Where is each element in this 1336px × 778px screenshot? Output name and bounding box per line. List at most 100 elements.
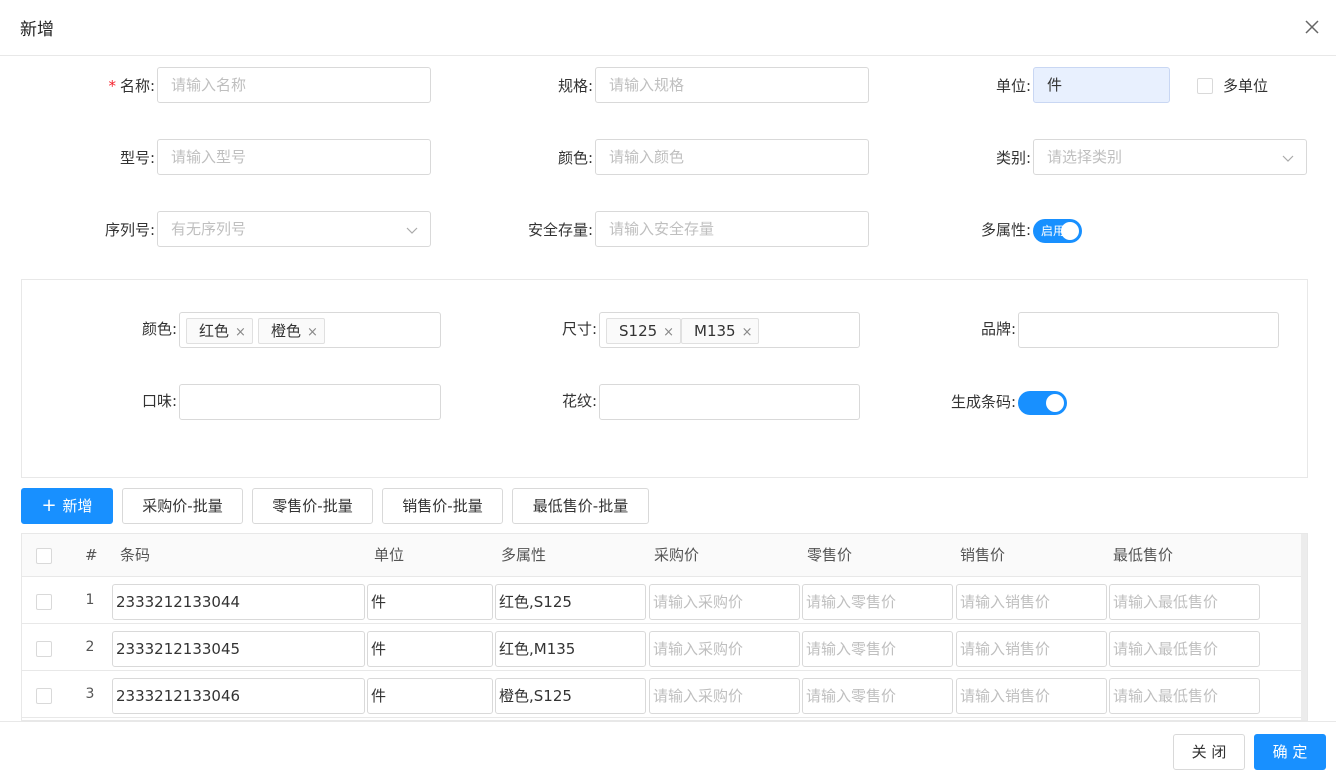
multi-unit-checkbox[interactable] bbox=[1197, 78, 1213, 94]
col-attr: 多属性 bbox=[501, 546, 547, 564]
attr-size-tag-input[interactable]: S125 × M135 × bbox=[599, 312, 860, 348]
batch-min-sale-price-button[interactable]: 最低售价-批量 bbox=[512, 488, 649, 524]
attr-cell[interactable]: 橙色,S125 bbox=[495, 678, 646, 714]
multi-attr-label: 多属性: bbox=[980, 221, 1031, 239]
retail-price-input[interactable]: 请输入零售价 bbox=[802, 584, 953, 620]
unit-cell[interactable]: 件 bbox=[367, 678, 493, 714]
table-scrollbar[interactable] bbox=[1301, 534, 1307, 720]
model-label: 型号: bbox=[119, 149, 155, 167]
add-product-dialog: 新增 * 名称: 请输入名称 规格: 请输入规格 单位: 件 多单位 型号: 请输… bbox=[0, 0, 1336, 778]
gen-barcode-switch[interactable] bbox=[1018, 391, 1067, 415]
attr-flavor-tag-input[interactable] bbox=[179, 384, 441, 420]
add-row-button[interactable]: + 新增 bbox=[21, 488, 113, 524]
row-checkbox[interactable] bbox=[36, 594, 52, 610]
barcode-input[interactable]: 2333212133046 bbox=[112, 678, 365, 714]
attr-pattern-label: 花纹: bbox=[561, 392, 597, 410]
spec-label: 规格: bbox=[557, 77, 593, 95]
attr-brand-tag-input[interactable] bbox=[1018, 312, 1279, 348]
col-index: # bbox=[85, 546, 98, 564]
sale-price-input[interactable]: 请输入销售价 bbox=[956, 678, 1107, 714]
serial-select[interactable]: 有无序列号 bbox=[157, 211, 431, 247]
barcode-input[interactable]: 2333212133045 bbox=[112, 631, 365, 667]
tag-text: S125 bbox=[619, 322, 658, 340]
row-checkbox[interactable] bbox=[36, 641, 52, 657]
name-label: * 名称: bbox=[60, 68, 155, 104]
purchase-price-input[interactable]: 请输入采购价 bbox=[649, 631, 800, 667]
min-sale-price-input[interactable]: 请输入最低售价 bbox=[1109, 631, 1260, 667]
row-index: 3 bbox=[85, 686, 95, 702]
attr-cell[interactable]: 红色,S125 bbox=[495, 584, 646, 620]
gen-barcode-label: 生成条码: bbox=[950, 393, 1016, 411]
chevron-down-icon bbox=[406, 227, 418, 234]
attr-cell[interactable]: 红色,M135 bbox=[495, 631, 646, 667]
plus-icon: + bbox=[41, 495, 57, 516]
switch-knob bbox=[1046, 394, 1064, 412]
model-input[interactable]: 请输入型号 bbox=[157, 139, 431, 175]
col-purchase-price: 采购价 bbox=[654, 546, 700, 564]
tag-close-icon[interactable]: × bbox=[307, 325, 318, 340]
category-label: 类别: bbox=[995, 149, 1031, 167]
col-min-sale-price: 最低售价 bbox=[1113, 546, 1174, 564]
table-row: 2 2333212133045 件 红色,M135 请输入采购价 请输入零售价 … bbox=[22, 624, 1302, 671]
tag-orange: 橙色 × bbox=[258, 318, 325, 344]
select-all-checkbox[interactable] bbox=[36, 548, 52, 564]
unit-cell[interactable]: 件 bbox=[367, 631, 493, 667]
attr-brand-label: 品牌: bbox=[980, 320, 1016, 338]
serial-select-placeholder: 有无序列号 bbox=[171, 220, 247, 238]
sale-price-input[interactable]: 请输入销售价 bbox=[956, 584, 1107, 620]
multi-attr-switch[interactable]: 启用 bbox=[1033, 219, 1082, 243]
spec-input[interactable]: 请输入规格 bbox=[595, 67, 869, 103]
attr-color-label: 颜色: bbox=[141, 320, 177, 338]
category-select-placeholder: 请选择类别 bbox=[1047, 148, 1123, 166]
row-index: 1 bbox=[85, 592, 95, 608]
dialog-header: 新增 bbox=[0, 0, 1336, 56]
tag-close-icon[interactable]: × bbox=[235, 325, 246, 340]
safety-stock-input[interactable]: 请输入安全存量 bbox=[595, 211, 869, 247]
min-sale-price-input[interactable]: 请输入最低售价 bbox=[1109, 584, 1260, 620]
required-mark: * bbox=[108, 77, 116, 95]
add-row-button-label: 新增 bbox=[62, 497, 93, 515]
confirm-button[interactable]: 确 定 bbox=[1254, 734, 1326, 770]
row-checkbox[interactable] bbox=[36, 688, 52, 704]
sale-price-input[interactable]: 请输入销售价 bbox=[956, 631, 1107, 667]
tag-red: 红色 × bbox=[186, 318, 253, 344]
col-sale-price: 销售价 bbox=[960, 546, 1006, 564]
serial-label: 序列号: bbox=[104, 221, 155, 239]
dialog-footer: 关 闭 确 定 bbox=[0, 721, 1336, 778]
col-unit: 单位 bbox=[374, 546, 405, 564]
col-barcode: 条码 bbox=[120, 546, 151, 564]
color-label: 颜色: bbox=[557, 149, 593, 167]
col-retail-price: 零售价 bbox=[807, 546, 853, 564]
barcode-input[interactable]: 2333212133044 bbox=[112, 584, 365, 620]
close-icon[interactable] bbox=[1302, 17, 1322, 37]
tag-close-icon[interactable]: × bbox=[742, 325, 753, 340]
attr-pattern-tag-input[interactable] bbox=[599, 384, 860, 420]
color-input[interactable]: 请输入颜色 bbox=[595, 139, 869, 175]
unit-input[interactable]: 件 bbox=[1033, 67, 1170, 103]
retail-price-input[interactable]: 请输入零售价 bbox=[802, 631, 953, 667]
min-sale-price-input[interactable]: 请输入最低售价 bbox=[1109, 678, 1260, 714]
attribute-panel bbox=[21, 279, 1308, 478]
tag-close-icon[interactable]: × bbox=[663, 325, 674, 340]
batch-purchase-price-button[interactable]: 采购价-批量 bbox=[122, 488, 243, 524]
chevron-down-icon bbox=[1282, 155, 1294, 162]
table-row: 3 2333212133046 件 橙色,S125 请输入采购价 请输入零售价 … bbox=[22, 671, 1302, 718]
table-row: 1 2333212133044 件 红色,S125 请输入采购价 请输入零售价 … bbox=[22, 577, 1302, 624]
tag-m135: M135 × bbox=[681, 318, 760, 344]
close-button[interactable]: 关 闭 bbox=[1173, 734, 1245, 770]
unit-label: 单位: bbox=[995, 77, 1031, 95]
sku-table: # 条码 单位 多属性 采购价 零售价 销售价 最低售价 1 233321213… bbox=[21, 533, 1308, 721]
name-input[interactable]: 请输入名称 bbox=[157, 67, 431, 103]
tag-text: M135 bbox=[694, 322, 736, 340]
batch-retail-price-button[interactable]: 零售价-批量 bbox=[252, 488, 373, 524]
retail-price-input[interactable]: 请输入零售价 bbox=[802, 678, 953, 714]
attr-color-tag-input[interactable]: 红色 × 橙色 × bbox=[179, 312, 441, 348]
attr-flavor-label: 口味: bbox=[141, 392, 177, 410]
name-label-text: 名称: bbox=[119, 77, 155, 95]
batch-sale-price-button[interactable]: 销售价-批量 bbox=[382, 488, 503, 524]
purchase-price-input[interactable]: 请输入采购价 bbox=[649, 584, 800, 620]
category-select[interactable]: 请选择类别 bbox=[1033, 139, 1307, 175]
tag-text: 橙色 bbox=[271, 322, 302, 340]
purchase-price-input[interactable]: 请输入采购价 bbox=[649, 678, 800, 714]
unit-cell[interactable]: 件 bbox=[367, 584, 493, 620]
